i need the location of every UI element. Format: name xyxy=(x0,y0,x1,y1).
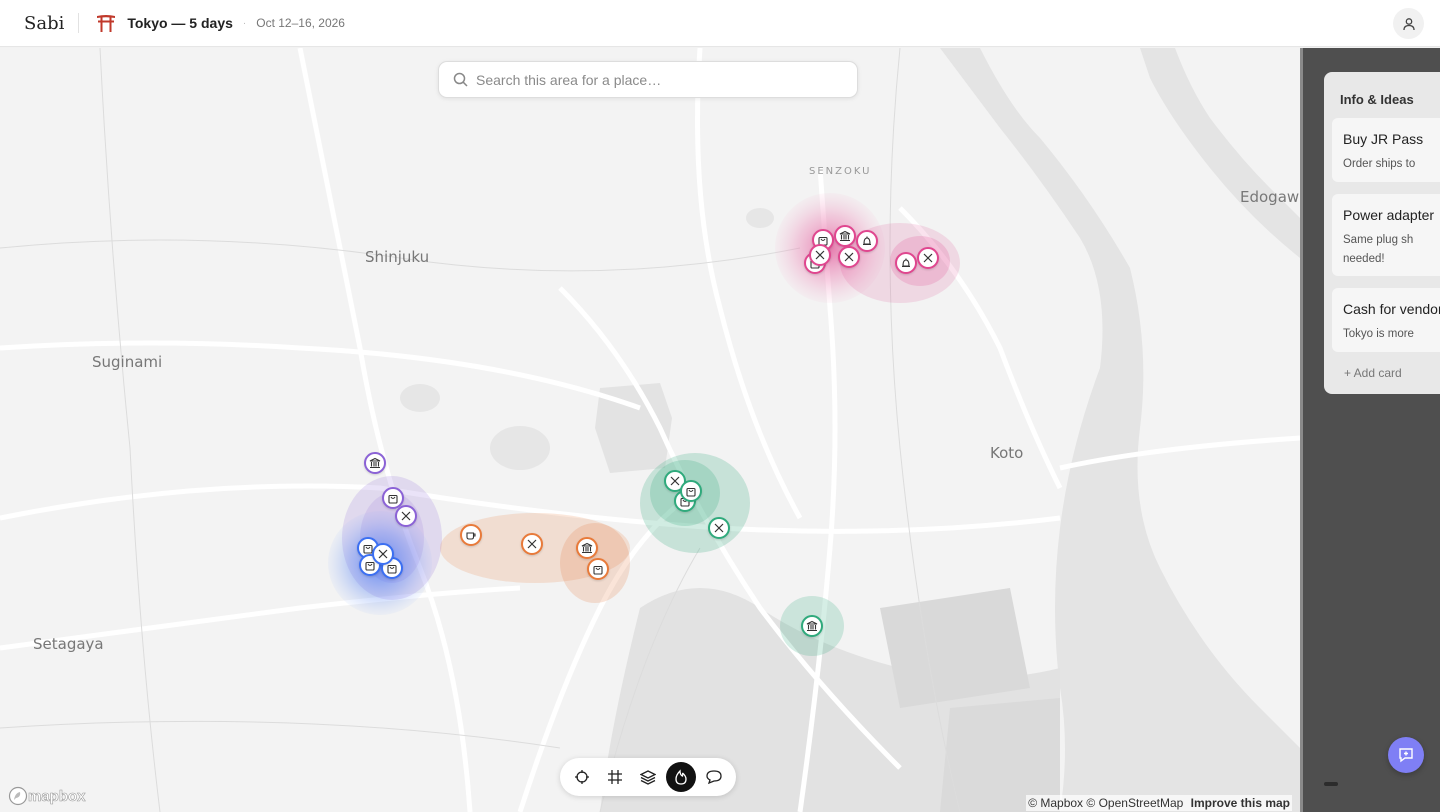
list-title[interactable]: Info & Ideas xyxy=(1340,92,1414,107)
utensils-icon xyxy=(378,549,388,559)
mapbox-attribution-link[interactable]: © Mapbox xyxy=(1028,796,1083,810)
trip-dates[interactable]: Oct 12–16, 2026 xyxy=(256,16,345,30)
map-label-suginami: Suginami xyxy=(92,353,163,371)
panel-handle[interactable] xyxy=(1324,782,1338,786)
card-title: Power adapter xyxy=(1343,207,1435,223)
restaurant-pin[interactable] xyxy=(809,244,831,266)
heatmap-button[interactable] xyxy=(665,762,696,792)
side-panel: Info & Ideas Buy JR Pass Order ships to … xyxy=(1300,48,1440,812)
chat-plus-icon xyxy=(1399,748,1413,763)
trip-title[interactable]: Tokyo — 5 days xyxy=(127,15,233,31)
card-description: Same plug sh needed! xyxy=(1343,234,1414,265)
panel-resize-handle[interactable] xyxy=(1300,48,1303,812)
grid-button[interactable] xyxy=(600,762,630,792)
cafe-pin[interactable] xyxy=(460,524,482,546)
map-toolbar xyxy=(560,758,736,796)
card-description: Tokyo is more xyxy=(1343,328,1414,340)
shopping-bag-icon xyxy=(686,487,696,497)
museum-pin[interactable] xyxy=(576,537,598,559)
shopping-pin[interactable] xyxy=(680,480,702,502)
utensils-icon xyxy=(844,252,854,262)
map-canvas[interactable]: Shinjuku Suginami Setagaya Koto SENZOKU … xyxy=(0,48,1300,812)
improve-map-link[interactable]: Improve this map xyxy=(1191,796,1290,810)
bell-icon xyxy=(902,258,910,268)
map-label-shinjuku: Shinjuku xyxy=(365,248,430,266)
torii-icon xyxy=(97,15,116,32)
utensils-icon xyxy=(670,476,680,486)
map-label-koto: Koto xyxy=(990,444,1024,462)
layers-button[interactable] xyxy=(633,762,663,792)
museum-icon xyxy=(369,457,381,469)
map-label-senzoku: SENZOKU xyxy=(809,166,872,177)
restaurant-pin[interactable] xyxy=(521,533,543,555)
idea-card[interactable]: Buy JR Pass Order ships to xyxy=(1332,118,1440,182)
chat-fab[interactable] xyxy=(1388,737,1424,773)
museum-pin[interactable] xyxy=(801,615,823,637)
shopping-bag-icon xyxy=(388,494,398,504)
museum-pin[interactable] xyxy=(364,452,386,474)
shopping-pin[interactable] xyxy=(587,558,609,580)
shopping-bag-icon xyxy=(593,565,603,575)
temple-pin[interactable] xyxy=(895,252,917,274)
card-title: Buy JR Pass xyxy=(1343,131,1424,147)
grid-icon xyxy=(608,770,623,784)
separator-dot: · xyxy=(242,17,247,29)
restaurant-pin[interactable] xyxy=(395,505,417,527)
map-basemap xyxy=(0,48,1300,812)
crosshair-icon xyxy=(575,770,590,784)
bell-icon xyxy=(863,236,871,246)
restaurant-pin[interactable] xyxy=(708,517,730,539)
map-search-bar[interactable] xyxy=(438,61,858,98)
idea-card[interactable]: Cash for vendors Tokyo is more xyxy=(1332,288,1440,352)
app-logo[interactable]: Sabi xyxy=(24,13,64,34)
mapbox-logo[interactable]: mapbox xyxy=(8,786,86,806)
layers-icon xyxy=(639,770,656,785)
utensils-icon xyxy=(714,523,724,533)
restaurant-pin[interactable] xyxy=(372,543,394,565)
flame-icon xyxy=(675,769,687,785)
app-header: Sabi Tokyo — 5 days · Oct 12–16, 2026 xyxy=(0,0,1440,47)
museum-icon xyxy=(581,542,593,554)
temple-pin[interactable] xyxy=(856,230,878,252)
mapbox-logo-text: mapbox xyxy=(28,787,86,805)
map-label-edogawa: Edogaw xyxy=(1240,188,1300,206)
restaurant-pin[interactable] xyxy=(838,246,860,268)
museum-pin[interactable] xyxy=(834,225,856,247)
utensils-icon xyxy=(815,250,825,260)
comments-button[interactable] xyxy=(699,762,729,792)
locate-button[interactable] xyxy=(567,762,597,792)
utensils-icon xyxy=(923,253,933,263)
map-label-setagaya: Setagaya xyxy=(33,635,104,653)
mapbox-mark-icon xyxy=(8,786,28,806)
add-card-button[interactable]: + Add card xyxy=(1344,366,1402,380)
card-description: Order ships to xyxy=(1343,158,1416,170)
search-input[interactable] xyxy=(476,71,836,88)
museum-icon xyxy=(806,620,818,632)
utensils-icon xyxy=(527,539,537,549)
coffee-icon xyxy=(466,532,476,540)
info-ideas-list: Info & Ideas Buy JR Pass Order ships to … xyxy=(1324,72,1440,394)
map-attribution: © Mapbox © OpenStreetMap Improve this ma… xyxy=(1026,795,1292,811)
user-icon xyxy=(1402,17,1415,30)
search-icon xyxy=(453,72,468,87)
header-divider xyxy=(78,13,80,33)
osm-attribution-link[interactable]: © OpenStreetMap xyxy=(1086,796,1183,810)
comment-icon xyxy=(705,770,722,785)
account-button[interactable] xyxy=(1393,8,1424,39)
idea-card[interactable]: Power adapter Same plug sh needed! xyxy=(1332,194,1440,276)
museum-icon xyxy=(839,230,851,242)
card-title: Cash for vendors xyxy=(1343,301,1440,317)
utensils-icon xyxy=(401,511,411,521)
restaurant-pin[interactable] xyxy=(917,247,939,269)
